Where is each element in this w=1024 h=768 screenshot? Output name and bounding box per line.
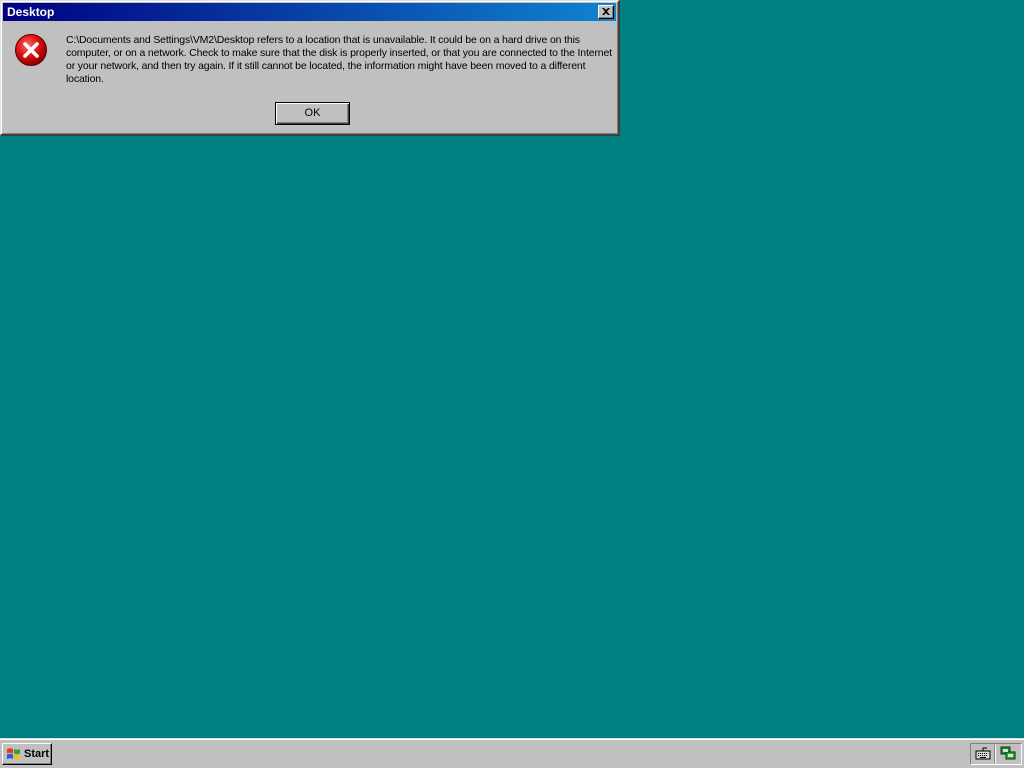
close-button[interactable] — [598, 5, 614, 19]
start-label: Start — [24, 748, 50, 760]
error-dialog: Desktop C:\Documents and Settings\VM2\De… — [0, 0, 620, 136]
close-icon — [602, 8, 610, 15]
dialog-title-bar[interactable]: Desktop — [3, 3, 616, 21]
keyboard-icon[interactable] — [975, 747, 991, 761]
error-icon — [15, 34, 47, 66]
system-tray — [970, 743, 1022, 765]
dialog-message: C:\Documents and Settings\VM2\Desktop re… — [66, 34, 612, 85]
start-button[interactable]: Start — [2, 743, 52, 765]
taskbar: Start — [0, 738, 1024, 768]
windows-logo-icon — [7, 748, 20, 760]
ok-button[interactable]: OK — [275, 102, 350, 125]
tray-divider — [994, 745, 996, 763]
network-icon[interactable] — [999, 745, 1017, 763]
dialog-title: Desktop — [7, 5, 55, 19]
